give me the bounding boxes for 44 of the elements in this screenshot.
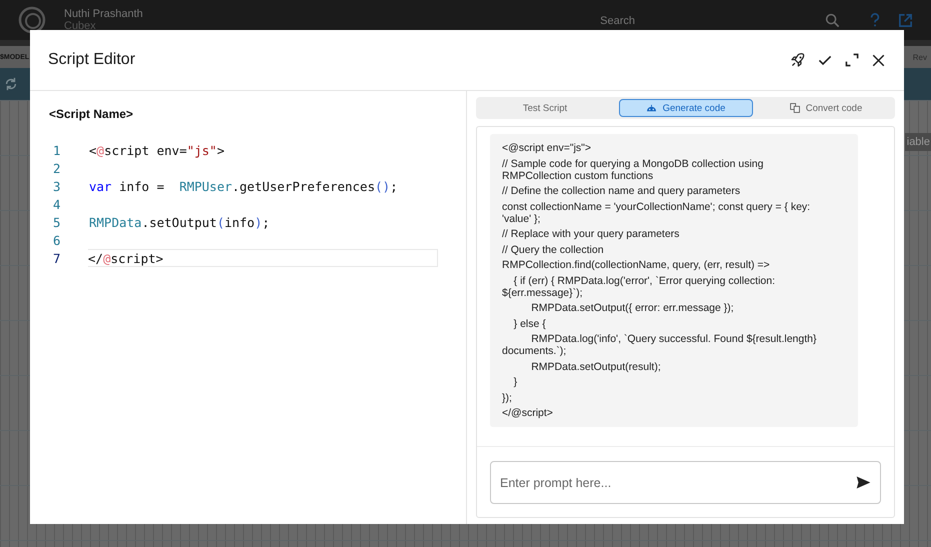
dialog-title: Script Editor [48,51,136,69]
search-field[interactable]: Search [600,15,635,27]
refresh-icon[interactable] [4,77,18,91]
code-text: RMPCollection.find(collectionName, query, (err, result) => [502,259,771,271]
script-name: <Script Name> [49,107,134,121]
search-icon[interactable] [825,12,840,28]
code-text: RMPData.log('info', `Query successful. Found ${result.length} documents.`); [502,333,818,357]
code-text: RMPData.setOutput(result); [530,360,662,372]
code-text: </@script> [502,407,554,419]
close-icon[interactable] [871,52,886,68]
tab[interactable]: Test Script [478,99,612,117]
org-name: Cubex [64,20,97,32]
background-button[interactable]: iable [904,133,931,151]
tab[interactable]: Generate code [618,99,752,117]
code-line: RMPData.setOutput(info); [88,214,271,231]
tab[interactable]: Convert code [759,99,893,117]
translate-icon [790,103,800,113]
code-text: const collectionName = 'yourCollectionName'; const query = { key: 'value' }; [502,200,812,224]
line-number: 6 [53,232,62,248]
code-text: }); [502,392,513,404]
line-number: 2 [53,160,62,176]
line-number: 4 [53,196,62,212]
code-text: } else { [512,318,547,330]
code-text: <@script env="js"> [502,142,592,154]
code-line: <@script env="js"> [88,142,226,159]
active-code-line: </@script> [88,249,438,267]
line-number: 5 [53,214,62,230]
ring-logo-icon [18,6,46,34]
code-text: // Sample code for querying a MongoDB collection using RMPCollection custom functions [502,158,764,182]
code-text: RMPData.setOutput({ error: err.message }); [530,302,735,314]
line-number: 1 [53,142,62,158]
user-name: Nuthi Prashanth [64,8,143,20]
code-text: // Define the collection name and query parameters [502,185,742,197]
expand-icon[interactable] [844,52,860,68]
code-text: { if (err) { RMPData.log('error', `Error querying collection: ${err.message}`); [502,274,776,298]
rocket-icon[interactable] [789,52,806,68]
code-text: // Query the collection [502,244,605,256]
code-text: // Replace with your query parameters [502,228,680,240]
code-line: var info = RMPUser.getUserPreferences(); [88,178,399,195]
code-text: } [512,376,518,388]
line-number: 3 [53,178,62,194]
send-icon[interactable] [855,474,872,491]
robot-icon [646,104,657,112]
line-number: 7 [53,250,62,266]
